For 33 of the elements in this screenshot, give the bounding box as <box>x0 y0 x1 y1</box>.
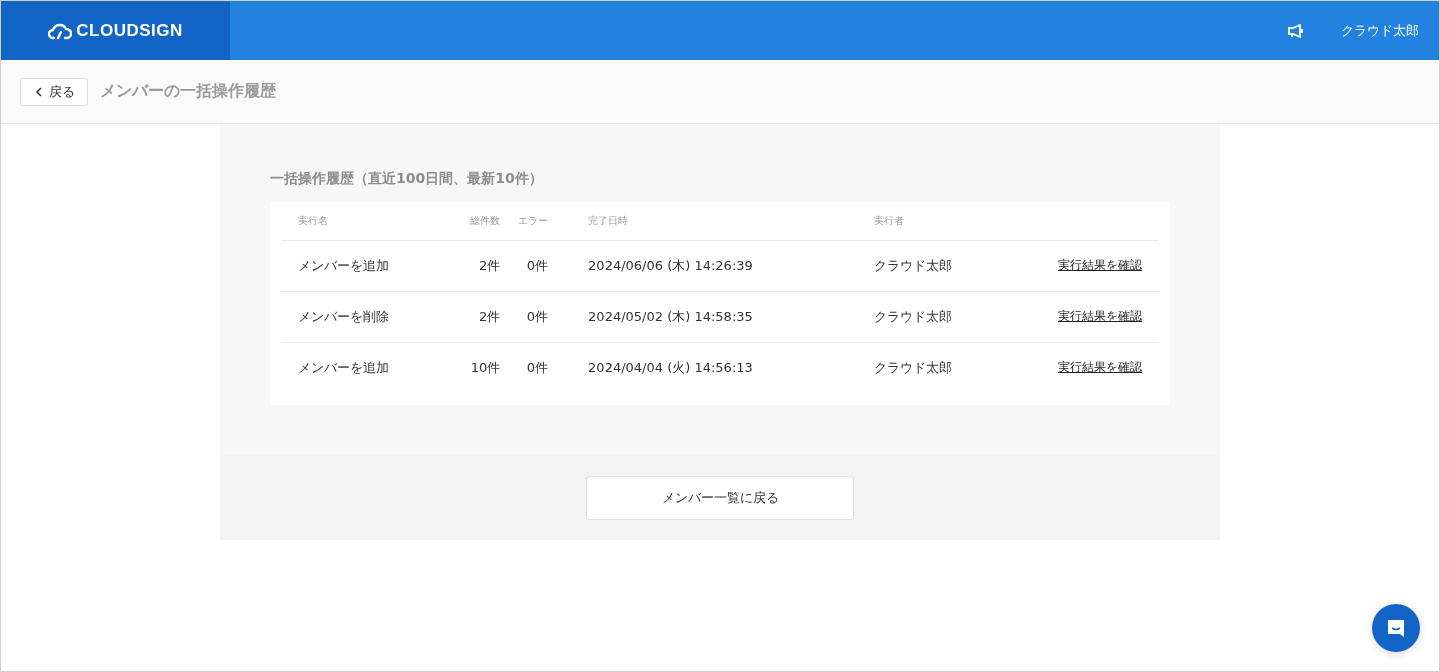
section-title: 一括操作履歴（直近100日間、最新10件） <box>270 170 544 188</box>
back-to-list-button[interactable]: メンバー一覧に戻る <box>586 475 854 520</box>
result-link[interactable]: 実行結果を確認 <box>1058 258 1142 272</box>
table-cell: メンバーを追加 <box>282 342 453 393</box>
table-cell: 0件 <box>500 291 549 342</box>
result-link[interactable]: 実行結果を確認 <box>1058 360 1142 375</box>
megaphone-icon[interactable] <box>1287 22 1305 39</box>
table-cell: 0件 <box>500 342 549 393</box>
result-link[interactable]: 実行結果を確認 <box>1058 309 1142 323</box>
logo-text: CLOUDSIGN <box>76 20 183 41</box>
table-cell: 2024/05/02 (木) 14:58:35 <box>548 291 875 342</box>
table-cell: クラウド太郎 <box>874 240 999 291</box>
user-name[interactable]: クラウド太郎 <box>1341 21 1419 40</box>
table-cell: 2件 <box>452 240 501 291</box>
table-cell: 10件 <box>452 342 501 393</box>
table-cell: 2024/06/06 (木) 14:26:39 <box>548 240 875 291</box>
column-header: 完了日時 <box>548 202 875 240</box>
chevron-left-icon <box>35 86 43 97</box>
table-cell: 0件 <box>500 240 549 291</box>
back-button[interactable]: 戻る <box>20 77 88 106</box>
table-cell: 2件 <box>452 291 501 342</box>
chat-icon <box>1385 617 1407 639</box>
page-title: メンバーの一括操作履歴 <box>100 81 276 102</box>
column-header: 実行者 <box>874 202 999 240</box>
table-cell: クラウド太郎 <box>874 291 999 342</box>
table-cell: メンバーを追加 <box>282 240 453 291</box>
table-cell: 2024/04/04 (火) 14:56:13 <box>548 342 875 393</box>
column-header: 実行名 <box>282 202 453 240</box>
column-header: エラー <box>500 202 549 240</box>
chat-button[interactable] <box>1372 604 1420 652</box>
table-cell: クラウド太郎 <box>874 342 999 393</box>
column-header: 総件数 <box>452 202 501 240</box>
table-cell: メンバーを削除 <box>282 291 453 342</box>
